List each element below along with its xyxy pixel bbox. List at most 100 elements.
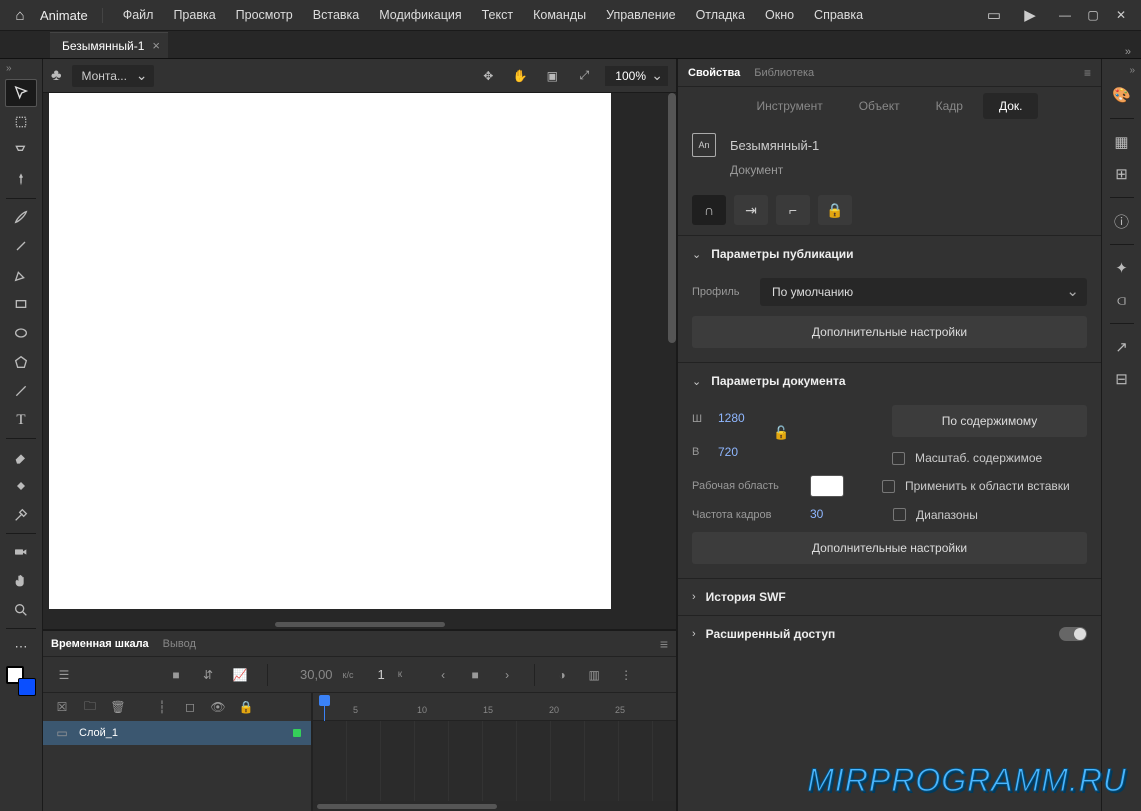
polygon-tool[interactable] (5, 348, 37, 376)
snap-button[interactable]: ∩ (692, 195, 726, 225)
hand-tool[interactable] (5, 567, 37, 595)
fill-swatch[interactable] (18, 678, 36, 696)
stop-icon[interactable]: ■ (464, 664, 486, 686)
tab-library[interactable]: Библиотека (754, 67, 814, 79)
height-field[interactable]: 720 (718, 445, 763, 460)
docparam-more-button[interactable]: Дополнительные настройки (692, 532, 1087, 564)
tab-output[interactable]: Вывод (163, 636, 196, 652)
workspace-icon[interactable]: ▭ (979, 3, 1009, 27)
fit-icon[interactable]: ⤢ (573, 65, 595, 87)
rectangle-tool[interactable] (5, 290, 37, 318)
clip-icon[interactable]: ▣ (541, 65, 563, 87)
apply-paste-checkbox[interactable] (882, 480, 895, 493)
menu-view[interactable]: Просмотр (226, 8, 303, 22)
color-swatches[interactable] (6, 666, 36, 696)
tab-properties[interactable]: Свойства (688, 67, 740, 79)
section-swf-header[interactable]: › История SWF (678, 579, 1101, 615)
stage-color-swatch[interactable] (810, 475, 844, 497)
align-panel-icon[interactable]: ⊞ (1109, 161, 1135, 187)
ranges-checkbox[interactable] (893, 508, 906, 521)
zoom-dropdown[interactable]: 100% (605, 66, 668, 86)
close-button[interactable]: ✕ (1107, 1, 1135, 29)
frames-grid[interactable] (313, 721, 676, 811)
menu-modify[interactable]: Модификация (369, 8, 471, 22)
layer-depth-icon[interactable]: ⇵ (197, 664, 219, 686)
align-button[interactable]: ⇥ (734, 195, 768, 225)
color-panel-icon[interactable]: 🎨 (1109, 82, 1135, 108)
pen-tool[interactable] (5, 261, 37, 289)
onion-skin-icon[interactable]: ◑ (551, 664, 573, 686)
free-transform-tool[interactable] (5, 108, 37, 136)
scale-content-checkbox[interactable] (892, 452, 905, 465)
timeline-ruler[interactable]: 5 10 15 20 25 (313, 693, 676, 721)
link-wh-icon[interactable]: 🔓 (773, 425, 787, 441)
timeline-scrollbar[interactable] (317, 804, 497, 809)
subtab-object[interactable]: Объект (843, 93, 916, 119)
menu-text[interactable]: Текст (472, 8, 523, 22)
lasso-tool[interactable] (5, 137, 37, 165)
strip-expand-icon[interactable]: » (1129, 65, 1135, 76)
section-publish-header[interactable]: ⌄ Параметры публикации (678, 236, 1101, 272)
home-icon[interactable]: ⌂ (6, 7, 34, 24)
publish-more-button[interactable]: Дополнительные настройки (692, 316, 1087, 348)
tab-timeline[interactable]: Временная шкала (51, 636, 149, 652)
lock-icon[interactable]: 🔒 (237, 698, 255, 716)
selection-tool[interactable] (5, 79, 37, 107)
assets-panel-icon[interactable]: ⊟ (1109, 366, 1135, 392)
subtab-doc[interactable]: Док. (983, 93, 1039, 119)
width-field[interactable]: 1280 (718, 411, 763, 426)
play-icon[interactable]: ▶ (1015, 3, 1045, 27)
document-tab[interactable]: Безымянный-1 × (50, 32, 168, 58)
info-panel-icon[interactable]: ⓘ (1109, 208, 1135, 234)
subtab-frame[interactable]: Кадр (920, 93, 979, 119)
layers-icon[interactable]: ☰ (53, 664, 75, 686)
fps-value[interactable]: 30,00 (300, 667, 333, 682)
paint-bucket-tool[interactable] (5, 472, 37, 500)
minimize-button[interactable]: — (1051, 1, 1079, 29)
menu-insert[interactable]: Вставка (303, 8, 369, 22)
library-panel-icon[interactable]: ⫏ (1109, 287, 1135, 313)
menu-file[interactable]: Файл (113, 8, 164, 22)
fps-field[interactable]: 30 (810, 507, 855, 522)
scene-dropdown[interactable]: Монта... (72, 65, 154, 87)
stage-canvas[interactable] (49, 93, 611, 609)
options-icon[interactable]: ⋯ (5, 633, 37, 661)
panel-menu-icon[interactable]: ≡ (1084, 66, 1091, 80)
close-tab-icon[interactable]: × (152, 38, 160, 53)
layer-color-swatch[interactable] (293, 729, 301, 737)
ruler-button[interactable]: ⌐ (776, 195, 810, 225)
paint-brush-tool[interactable] (5, 232, 37, 260)
subtab-tool[interactable]: Инструмент (741, 93, 839, 119)
menu-edit[interactable]: Правка (163, 8, 225, 22)
profile-dropdown[interactable]: По умолчанию (760, 278, 1087, 306)
menu-help[interactable]: Справка (804, 8, 873, 22)
maximize-button[interactable]: ▢ (1079, 1, 1107, 29)
camera-tool[interactable] (5, 538, 37, 566)
lock-button[interactable]: 🔒 (818, 195, 852, 225)
rotate-view-icon[interactable]: ✋ (509, 65, 531, 87)
center-stage-icon[interactable]: ✥ (477, 65, 499, 87)
line-tool[interactable] (5, 377, 37, 405)
layer-row[interactable]: ▭ Слой_1 (43, 721, 311, 745)
outline-icon[interactable]: ◻ (181, 698, 199, 716)
ellipse-tool[interactable] (5, 319, 37, 347)
prev-frame-icon[interactable]: ‹ (432, 664, 454, 686)
menu-debug[interactable]: Отладка (686, 8, 755, 22)
camera-layer-icon[interactable]: ■ (165, 664, 187, 686)
eraser-tool[interactable] (5, 443, 37, 471)
transform-panel-icon[interactable]: ✦ (1109, 255, 1135, 281)
fit-content-button[interactable]: По содержимому (892, 405, 1087, 437)
pin-tool[interactable] (5, 166, 37, 194)
panel-expand-icon[interactable]: » (6, 63, 12, 74)
timeline-settings-icon[interactable]: ⋮ (615, 664, 637, 686)
menu-window[interactable]: Окно (755, 8, 804, 22)
brush-tool[interactable] (5, 203, 37, 231)
stage-scrollbar-horizontal[interactable] (275, 622, 445, 627)
swatches-panel-icon[interactable]: ▦ (1109, 129, 1135, 155)
timeline-menu-icon[interactable]: ≡ (660, 636, 668, 652)
section-access-header[interactable]: › Расширенный доступ (678, 616, 1101, 652)
current-frame[interactable]: 1 (378, 667, 385, 682)
zoom-tool[interactable] (5, 596, 37, 624)
new-layer-icon[interactable]: ☒ (53, 698, 71, 716)
new-folder-icon[interactable]: 🗀 (81, 698, 99, 716)
